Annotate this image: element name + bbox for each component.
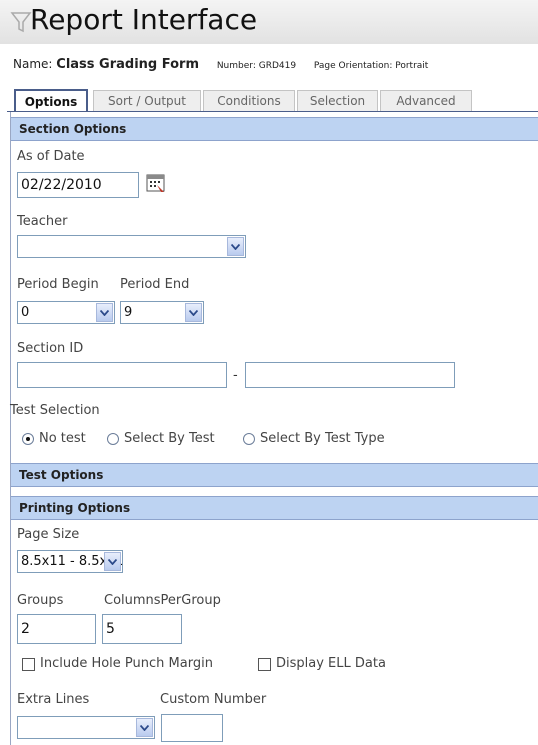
chevron-down-icon [227, 237, 244, 256]
page-title: Report Interface [30, 3, 258, 36]
report-number: Number: GRD419 [216, 61, 297, 71]
section-id-separator: - [233, 368, 238, 383]
section-id-from-input[interactable] [17, 362, 227, 388]
radio-select-by-test-type-label[interactable]: Select By Test Type [260, 431, 385, 446]
page-size-label: Page Size [17, 527, 80, 542]
name-label: Name: [13, 57, 53, 71]
ell-data-label[interactable]: Display ELL Data [276, 656, 386, 671]
report-meta: Name: Class Grading Form Number: GRD419 … [13, 57, 428, 72]
extra-lines-select[interactable] [17, 716, 155, 739]
period-end-select[interactable]: 9 [120, 301, 204, 324]
ell-data-checkbox[interactable] [258, 658, 271, 671]
tab-conditions[interactable]: Conditions [203, 90, 295, 111]
radio-no-test-label[interactable]: No test [39, 431, 86, 446]
printing-options-header: Printing Options [11, 496, 538, 520]
custom-number-input[interactable] [161, 714, 223, 742]
period-begin-label: Period Begin [17, 277, 99, 292]
period-begin-value: 0 [21, 305, 30, 320]
chevron-down-icon [136, 718, 153, 737]
groups-input[interactable]: 2 [17, 614, 96, 644]
tab-divider [7, 111, 538, 112]
section-id-to-input[interactable] [245, 362, 455, 388]
page-orientation: Page Orientation: Portrait [313, 61, 429, 71]
hole-punch-checkbox[interactable] [22, 658, 35, 671]
columns-per-group-input[interactable]: 5 [102, 614, 182, 644]
groups-label: Groups [17, 593, 64, 608]
radio-no-test[interactable] [22, 433, 34, 445]
tab-selection[interactable]: Selection [297, 90, 378, 111]
teacher-label: Teacher [17, 214, 68, 229]
page-size-select[interactable]: 8.5x11 - 8.5x11 [17, 550, 123, 573]
chevron-down-icon [104, 552, 121, 571]
panel-border [10, 112, 11, 745]
radio-select-by-test-label[interactable]: Select By Test [124, 431, 215, 446]
tab-options[interactable]: Options [14, 89, 88, 112]
period-end-label: Period End [120, 277, 190, 292]
teacher-select[interactable] [17, 235, 246, 258]
period-end-value: 9 [124, 305, 133, 320]
report-name: Class Grading Form [56, 57, 199, 72]
tab-sort-output[interactable]: Sort / Output [93, 90, 201, 111]
extra-lines-label: Extra Lines [17, 692, 90, 707]
hole-punch-label[interactable]: Include Hole Punch Margin [40, 656, 213, 671]
chevron-down-icon [185, 303, 202, 322]
custom-number-label: Custom Number [160, 692, 267, 707]
as-of-date-input[interactable]: 02/22/2010 [17, 172, 139, 198]
test-selection-label: Test Selection [10, 403, 100, 418]
chevron-down-icon [96, 303, 113, 322]
tab-advanced[interactable]: Advanced [380, 90, 472, 111]
funnel-icon [10, 10, 32, 34]
radio-select-by-test-type[interactable] [243, 433, 255, 445]
columns-per-group-label: ColumnsPerGroup [104, 593, 221, 608]
as-of-date-label: As of Date [17, 149, 85, 164]
period-begin-select[interactable]: 0 [17, 301, 115, 324]
calendar-icon[interactable] [145, 172, 167, 194]
section-id-label: Section ID [17, 341, 84, 356]
section-options-header: Section Options [11, 117, 538, 141]
test-options-header[interactable]: Test Options [11, 463, 538, 487]
radio-select-by-test[interactable] [107, 433, 119, 445]
